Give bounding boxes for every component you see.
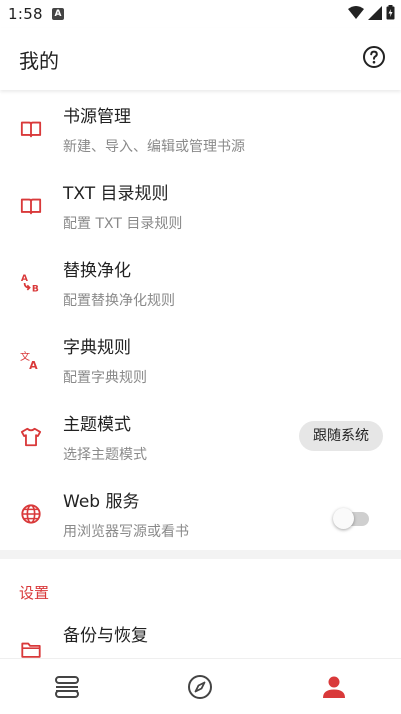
item-title: 替换净化 xyxy=(63,261,131,281)
wifi-icon xyxy=(348,5,364,19)
settings-list[interactable]: 书源管理 新建、导入、编辑或管理书源 TXT 目录规则 配置 TXT 目录规则 … xyxy=(0,90,401,658)
list-item-txt-rules[interactable]: TXT 目录规则 配置 TXT 目录规则 xyxy=(0,167,401,244)
item-title: 主题模式 xyxy=(63,415,131,435)
signal-icon xyxy=(368,5,382,20)
web-service-toggle[interactable] xyxy=(333,506,371,530)
theme-mode-chip[interactable]: 跟随系统 xyxy=(299,421,383,451)
compass-icon[interactable] xyxy=(186,673,214,701)
translate-icon: 文 A xyxy=(20,350,38,371)
svg-text:A: A xyxy=(21,273,29,284)
bookshelf-icon[interactable] xyxy=(53,673,81,701)
person-icon[interactable] xyxy=(320,673,348,701)
notification-icon: A xyxy=(52,8,64,20)
list-item-dictionary[interactable]: 文 A 字典规则 配置字典规则 xyxy=(0,321,401,398)
item-subtitle: 新建、导入、编辑或管理书源 xyxy=(63,139,245,155)
status-bar: 1:58 A xyxy=(0,0,401,28)
section-header-settings: 设置 xyxy=(19,584,50,602)
item-title: TXT 目录规则 xyxy=(63,184,169,204)
item-subtitle: 配置替换净化规则 xyxy=(63,293,175,309)
section-divider xyxy=(0,550,401,559)
help-icon[interactable] xyxy=(362,45,386,69)
app-bar: 我的 xyxy=(0,28,401,90)
status-time: 1:58 xyxy=(8,5,43,23)
item-subtitle: 选择主题模式 xyxy=(63,447,147,463)
replace-icon: A B xyxy=(21,273,39,294)
book-open-icon xyxy=(20,121,42,138)
folder-icon xyxy=(21,642,41,658)
item-subtitle: 用浏览器写源或看书 xyxy=(63,524,189,540)
battery-icon xyxy=(386,5,395,20)
list-item-backup[interactable]: 备份与恢复 xyxy=(0,609,401,658)
svg-text:B: B xyxy=(32,283,39,294)
status-icons xyxy=(348,5,395,20)
list-item-book-source[interactable]: 书源管理 新建、导入、编辑或管理书源 xyxy=(0,90,401,167)
book-open-icon xyxy=(20,198,42,215)
item-title: 备份与恢复 xyxy=(63,626,148,646)
page-title: 我的 xyxy=(19,49,59,73)
tshirt-icon xyxy=(20,427,42,447)
svg-text:A: A xyxy=(29,359,38,371)
globe-icon xyxy=(21,504,41,524)
toggle-thumb xyxy=(333,508,354,529)
item-title: 书源管理 xyxy=(63,107,131,127)
list-item-replace[interactable]: A B 替换净化 配置替换净化规则 xyxy=(0,244,401,321)
item-subtitle: 配置字典规则 xyxy=(63,370,147,386)
item-title: Web 服务 xyxy=(63,492,140,512)
item-title: 字典规则 xyxy=(63,338,131,358)
item-subtitle: 配置 TXT 目录规则 xyxy=(63,216,183,232)
bottom-nav xyxy=(0,658,401,714)
